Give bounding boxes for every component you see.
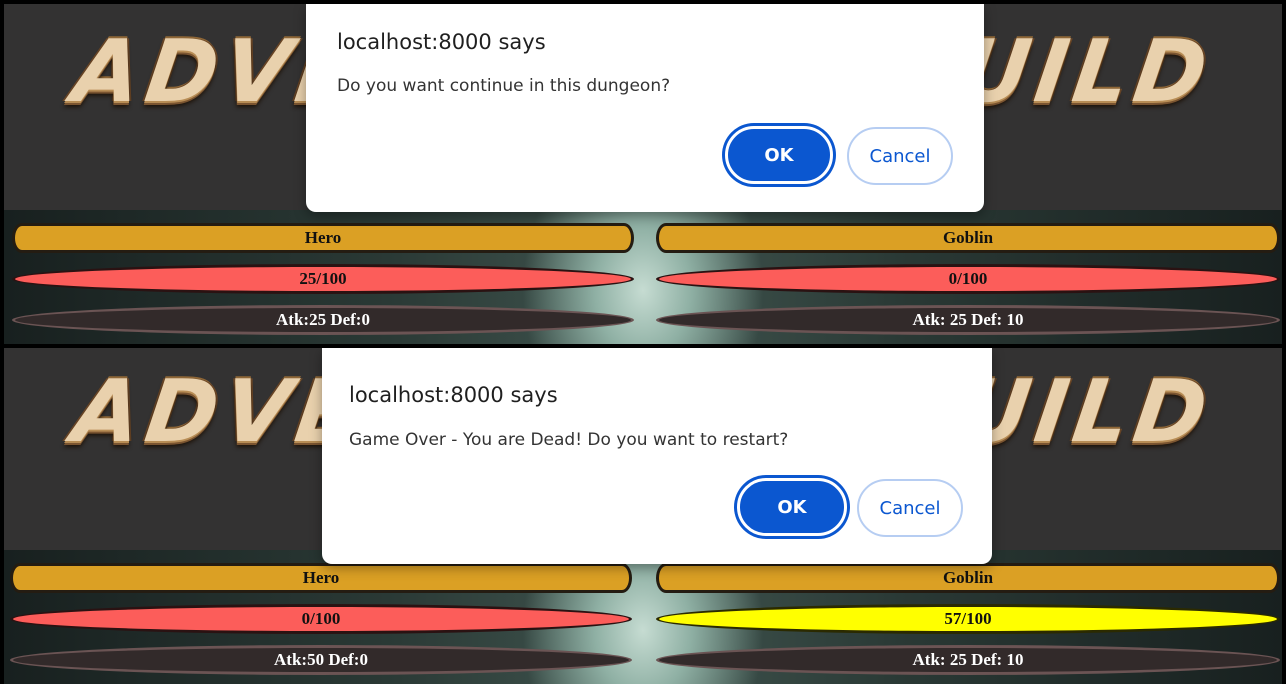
logo-text-right: UILD xyxy=(952,362,1220,462)
dialog-message: Game Over - You are Dead! Do you want to… xyxy=(349,430,789,450)
ok-button[interactable]: OK xyxy=(725,126,833,184)
dialog-message: Do you want continue in this dungeon? xyxy=(337,76,671,96)
game-screen-1: ADVE UILD Hero 25/100 Atk:25 Def:0 Gobli… xyxy=(0,0,1286,344)
alert-dialog: localhost:8000 says Game Over - You are … xyxy=(322,348,992,564)
enemy-hp-bar: 0/100 xyxy=(656,264,1280,294)
enemy-hp-bar: 57/100 xyxy=(656,604,1280,634)
cancel-button[interactable]: Cancel xyxy=(847,127,953,185)
enemy-panel: Goblin 57/100 Atk: 25 Def: 10 xyxy=(656,563,1280,684)
hero-name-bar: Hero xyxy=(10,563,632,593)
logo-text-right: UILD xyxy=(952,22,1220,122)
cancel-button[interactable]: Cancel xyxy=(857,479,963,537)
hero-panel: Hero 25/100 Atk:25 Def:0 xyxy=(12,223,634,344)
hero-stats-bar: Atk:25 Def:0 xyxy=(12,305,634,335)
hero-panel: Hero 0/100 Atk:50 Def:0 xyxy=(10,563,632,684)
battle-scene: Hero 0/100 Atk:50 Def:0 Goblin 57/100 At… xyxy=(4,550,1282,684)
enemy-panel: Goblin 0/100 Atk: 25 Def: 10 xyxy=(656,223,1280,344)
game-screen-2: ADVE UILD Hero 0/100 Atk:50 Def:0 Goblin… xyxy=(0,344,1286,684)
enemy-stats-bar: Atk: 25 Def: 10 xyxy=(656,645,1280,675)
ok-button[interactable]: OK xyxy=(737,478,847,536)
hero-hp-bar: 0/100 xyxy=(10,604,632,634)
hero-stats-bar: Atk:50 Def:0 xyxy=(10,645,632,675)
hero-name-bar: Hero xyxy=(12,223,634,253)
hero-hp-bar: 25/100 xyxy=(12,264,634,294)
battle-scene: Hero 25/100 Atk:25 Def:0 Goblin 0/100 At… xyxy=(4,210,1282,344)
dialog-title: localhost:8000 says xyxy=(349,383,558,407)
enemy-stats-bar: Atk: 25 Def: 10 xyxy=(656,305,1280,335)
alert-dialog: localhost:8000 says Do you want continue… xyxy=(306,4,984,212)
dialog-title: localhost:8000 says xyxy=(337,30,546,54)
enemy-name-bar: Goblin xyxy=(656,563,1280,593)
enemy-name-bar: Goblin xyxy=(656,223,1280,253)
